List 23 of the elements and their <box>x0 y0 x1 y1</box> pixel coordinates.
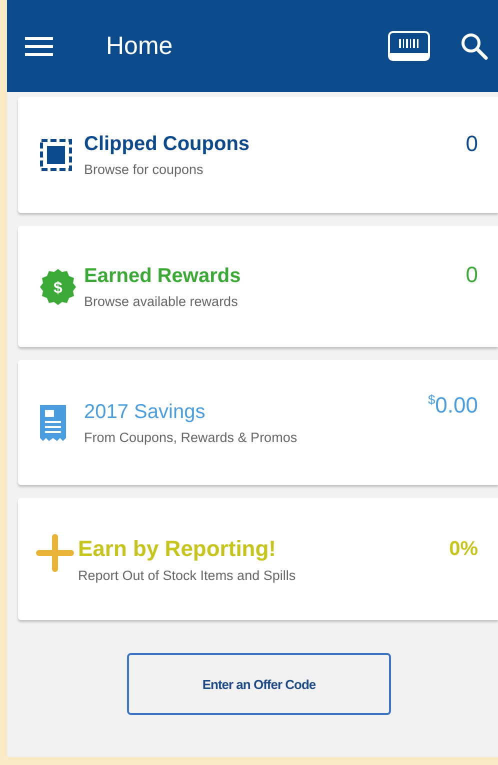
card-value: 0 <box>466 131 478 157</box>
card-background[interactable]: Earn by Reporting! Report Out of Stock Items and Spills 0% <box>18 498 498 620</box>
card-title: 2017 Savings <box>84 400 206 424</box>
card-background[interactable]: Clipped Coupons Browse for coupons 0 <box>18 97 498 213</box>
plus-icon <box>36 534 74 572</box>
menu-icon[interactable] <box>25 36 53 56</box>
card-subtitle: Report Out of Stock Items and Spills <box>78 568 297 582</box>
card-title: Clipped Coupons <box>84 133 251 156</box>
search-icon[interactable] <box>460 32 488 60</box>
card-subtitle: Browse available rewards <box>84 294 239 308</box>
card-subtitle: From Coupons, Rewards & Promos <box>84 430 298 444</box>
card-title: Earn by Reporting! <box>78 536 278 562</box>
card-value: 0 <box>466 262 478 288</box>
card-value: 0% <box>449 538 478 561</box>
card-background[interactable]: $ Earned Rewards Browse available rewards 0 <box>18 226 498 347</box>
card-subtitle: Browse for coupons <box>84 162 204 177</box>
card-value: $^{$}$0.00 <box>428 392 478 418</box>
card-title: Earned Rewards <box>84 264 242 288</box>
barcode-card-icon[interactable] <box>388 31 430 61</box>
page-title: Home <box>106 32 174 60</box>
dollar-badge-icon: $ <box>40 268 76 304</box>
offer-code-button[interactable]: Enter an Offer Code <box>127 653 391 715</box>
card-background[interactable]: 2017 Savings From Coupons, Rewards & Promos $^{$}$0.00 <box>18 360 498 485</box>
